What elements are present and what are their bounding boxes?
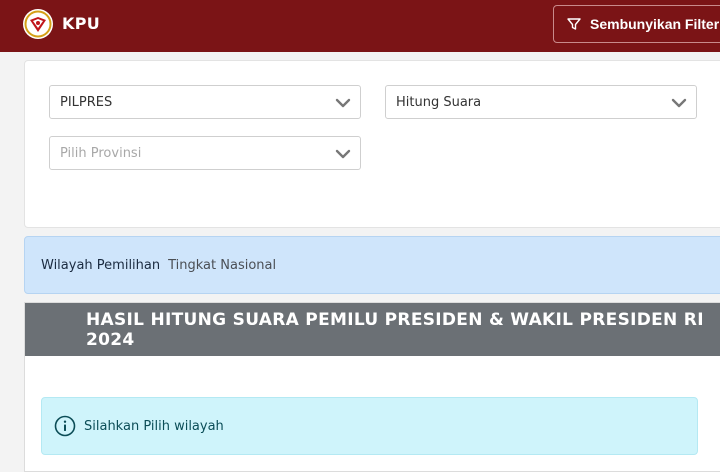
- select-region-alert: Silahkan Pilih wilayah: [41, 397, 698, 455]
- filter-panel: PILPRES Hitung Suara Pilih Provinsi: [24, 60, 720, 228]
- kpu-logo-icon[interactable]: [22, 8, 54, 40]
- province-select-placeholder: Pilih Provinsi: [60, 145, 142, 161]
- top-navbar: KPU Sembunyikan Filter: [0, 0, 720, 52]
- filter-icon: [567, 18, 581, 30]
- result-card: HASIL HITUNG SUARA PEMILU PRESIDEN & WAK…: [24, 302, 720, 472]
- region-info-bar: Wilayah Pemilihan Tingkat Nasional: [24, 236, 720, 294]
- election-select-value: PILPRES: [60, 94, 113, 110]
- hide-filter-label: Sembunyikan Filter: [590, 16, 720, 32]
- chevron-down-icon: [671, 98, 687, 108]
- select-region-alert-text: Silahkan Pilih wilayah: [84, 418, 224, 434]
- info-icon: [54, 415, 76, 437]
- count-type-select-value: Hitung Suara: [396, 94, 482, 110]
- province-select[interactable]: Pilih Provinsi: [49, 136, 361, 170]
- chevron-down-icon: [335, 149, 351, 159]
- brand-name[interactable]: KPU: [62, 14, 100, 33]
- chevron-down-icon: [335, 98, 351, 108]
- region-label: Wilayah Pemilihan: [41, 257, 161, 273]
- hide-filter-button[interactable]: Sembunyikan Filter: [553, 5, 720, 43]
- election-select[interactable]: PILPRES: [49, 85, 361, 119]
- region-value: Tingkat Nasional: [168, 257, 277, 273]
- count-type-select[interactable]: Hitung Suara: [385, 85, 697, 119]
- result-title: HASIL HITUNG SUARA PEMILU PRESIDEN & WAK…: [25, 303, 720, 356]
